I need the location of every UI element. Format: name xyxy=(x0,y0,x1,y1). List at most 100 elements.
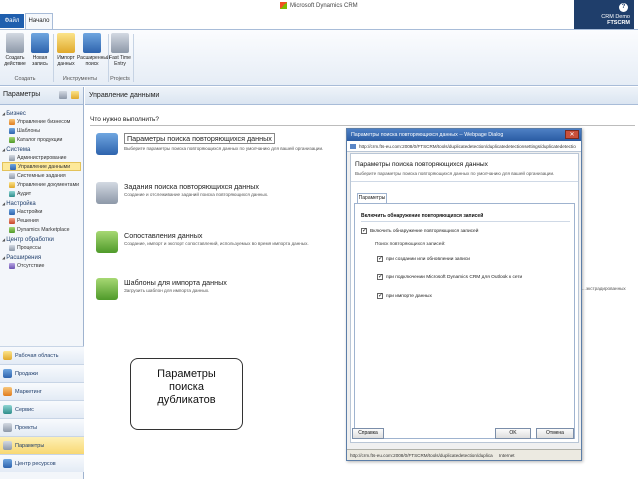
truncated-text: ...экстрадированных xyxy=(582,286,626,291)
wunderbar-label: Проекты xyxy=(15,424,38,431)
nav-item-absence[interactable]: Отсутствие xyxy=(2,261,81,270)
section-title: Включить обнаружение повторяющихся запис… xyxy=(361,213,484,219)
wunderbar-projects[interactable]: Проекты xyxy=(0,418,84,436)
fast-time-entry-button[interactable]: Fast Time Entry xyxy=(108,33,132,67)
group-label-create: Создать xyxy=(14,76,36,82)
top-bar: Файл Начало Microsoft Dynamics CRM CRM D… xyxy=(0,0,638,30)
nav-item-processes[interactable]: Процессы xyxy=(2,243,81,252)
status-zone: Internet xyxy=(499,453,515,458)
nav-item-business-management[interactable]: Управление бизнесом xyxy=(2,117,81,126)
file-tab[interactable]: Файл xyxy=(0,14,24,28)
advanced-find-label: Расширенный поиск xyxy=(77,55,110,67)
left-navigation: Параметры Бизнес Управление бизнесом Шаб… xyxy=(0,87,84,479)
option-outlook-row[interactable]: ✓ при подключении Microsoft Dynamics CRM… xyxy=(377,274,522,280)
option-title[interactable]: Задания поиска повторяющихся данных xyxy=(124,182,259,191)
wunderbar-settings[interactable]: Параметры xyxy=(0,436,84,454)
ok-button[interactable]: OK xyxy=(495,428,531,439)
time-entry-icon xyxy=(111,33,129,53)
nav-item-label: Каталог продукции xyxy=(17,136,63,143)
tab-parameters[interactable]: Параметры xyxy=(357,193,387,203)
group-separator xyxy=(133,34,134,82)
nav-item-label: Отсутствие xyxy=(17,262,45,269)
close-icon[interactable]: ✕ xyxy=(565,130,579,139)
wunderbar-label: Рабочая область xyxy=(15,352,59,359)
import-data-label: Импорт данных xyxy=(57,55,75,67)
option-description: Выберите параметры поиска повторяющихся … xyxy=(124,146,324,151)
new-record-label: Новая запись xyxy=(32,55,48,67)
option-import-row[interactable]: ✓ при импорте данных xyxy=(377,293,432,299)
new-record-icon xyxy=(31,33,49,53)
enable-detection-row[interactable]: ✓ Включить обнаружение повторяющихся зап… xyxy=(361,228,478,234)
service-icon xyxy=(3,405,12,414)
create-activity-icon xyxy=(6,33,24,53)
create-activity-button[interactable]: Создать действие xyxy=(2,33,28,67)
import-data-button[interactable]: Импорт данных xyxy=(53,33,79,67)
marketing-icon xyxy=(3,387,12,396)
nav-item-templates[interactable]: Шаблоны xyxy=(2,126,81,135)
option-title[interactable]: Параметры поиска повторяющихся данных xyxy=(124,133,275,144)
nav-item-data-management[interactable]: Управление данными xyxy=(2,162,81,171)
nav-item-solutions[interactable]: Решения xyxy=(2,216,81,225)
outlook-checkbox[interactable]: ✓ xyxy=(377,274,383,280)
new-record-button[interactable]: Новая запись xyxy=(27,33,53,67)
nav-item-document-management[interactable]: Управление документами xyxy=(2,180,81,189)
advanced-find-icon xyxy=(83,33,101,53)
wunderbar-service[interactable]: Сервис xyxy=(0,400,84,418)
outlook-label: при подключении Microsoft Dynamics CRM д… xyxy=(386,274,523,280)
marketplace-icon xyxy=(9,226,15,233)
enable-detection-checkbox[interactable]: ✓ xyxy=(361,228,367,234)
home-icon[interactable] xyxy=(59,91,67,99)
option-on-create-row[interactable]: ✓ при создании или обновлении записи xyxy=(377,256,470,262)
audit-icon xyxy=(9,190,15,197)
group-label-projects: Projects xyxy=(110,76,130,82)
projects-icon xyxy=(3,423,12,432)
business-icon xyxy=(9,118,15,125)
nav-item-label: Системные задания xyxy=(17,172,66,179)
wunderbar-sales[interactable]: Продажи xyxy=(0,364,84,382)
nav-item-label: Управление данными xyxy=(18,163,71,170)
cancel-button[interactable]: Отмена xyxy=(536,428,574,439)
settings-icon xyxy=(3,441,12,450)
on-create-checkbox[interactable]: ✓ xyxy=(377,256,383,262)
documents-icon xyxy=(9,181,15,188)
dialog-titlebar[interactable]: Параметры поиска повторяющихся данных --… xyxy=(347,129,581,141)
option-title[interactable]: Сопоставления данных xyxy=(124,231,203,240)
nav-item-label: Dynamics Marketplace xyxy=(17,226,70,233)
detect-subtitle: Поиск повторяющихся записей: xyxy=(375,242,446,247)
import-checkbox[interactable]: ✓ xyxy=(377,293,383,299)
nav-item-dynamics-marketplace[interactable]: Dynamics Marketplace xyxy=(2,225,81,234)
wunderbar-marketing[interactable]: Маркетинг xyxy=(0,382,84,400)
nav-item-product-catalog[interactable]: Каталог продукции xyxy=(2,135,81,144)
dialog-panel: Включить обнаружение повторяющихся запис… xyxy=(354,203,575,439)
advanced-find-button[interactable]: Расширенный поиск xyxy=(77,33,110,67)
brand-name: Microsoft Dynamics CRM xyxy=(290,2,358,9)
option-title[interactable]: Шаблоны для импорта данных xyxy=(124,278,227,287)
nav-item-system-jobs[interactable]: Системные задания xyxy=(2,171,81,180)
fast-time-entry-label: Fast Time Entry xyxy=(109,55,131,67)
wunderbar-label: Параметры xyxy=(15,442,45,449)
dialog-title: Параметры поиска повторяющихся данных --… xyxy=(351,132,504,138)
ribbon: Создать действие Новая запись Импорт дан… xyxy=(0,29,638,86)
recent-icon[interactable] xyxy=(71,91,79,99)
nav-item-label: Процессы xyxy=(17,244,42,251)
nav-item-administration[interactable]: Администрирование xyxy=(2,153,81,162)
import-label: при импорте данных xyxy=(386,293,432,299)
divider xyxy=(351,181,578,182)
nav-item-label: Настройки xyxy=(17,208,43,215)
home-tab[interactable]: Начало xyxy=(25,13,53,29)
help-icon[interactable]: ? xyxy=(619,3,628,12)
dialog-subheading: Выберите параметры поиска повторяющихся … xyxy=(355,171,555,176)
wunderbar-resource-center[interactable]: Центр ресурсов xyxy=(0,454,84,472)
callout-line: поиска xyxy=(169,381,204,393)
nav-header-title: Параметры xyxy=(3,91,41,98)
dialog-url-bar: http://crm.fts-eu.com:2008/0/FTSCRM/tool… xyxy=(347,141,581,152)
nav-item-customizations[interactable]: Настройки xyxy=(2,207,81,216)
wunderbar-workplace[interactable]: Рабочая область xyxy=(0,346,84,364)
callout-line: Параметры xyxy=(157,368,216,380)
nav-item-auditing[interactable]: Аудит xyxy=(2,189,81,198)
group-label-tools: Инструменты xyxy=(62,76,98,82)
sales-icon xyxy=(3,369,12,378)
workplace-switcher: Рабочая область Продажи Маркетинг Сервис… xyxy=(0,346,84,472)
user-area[interactable]: CRM Demo FTSCRM ? xyxy=(574,0,634,30)
help-button[interactable]: Справка xyxy=(352,428,384,439)
